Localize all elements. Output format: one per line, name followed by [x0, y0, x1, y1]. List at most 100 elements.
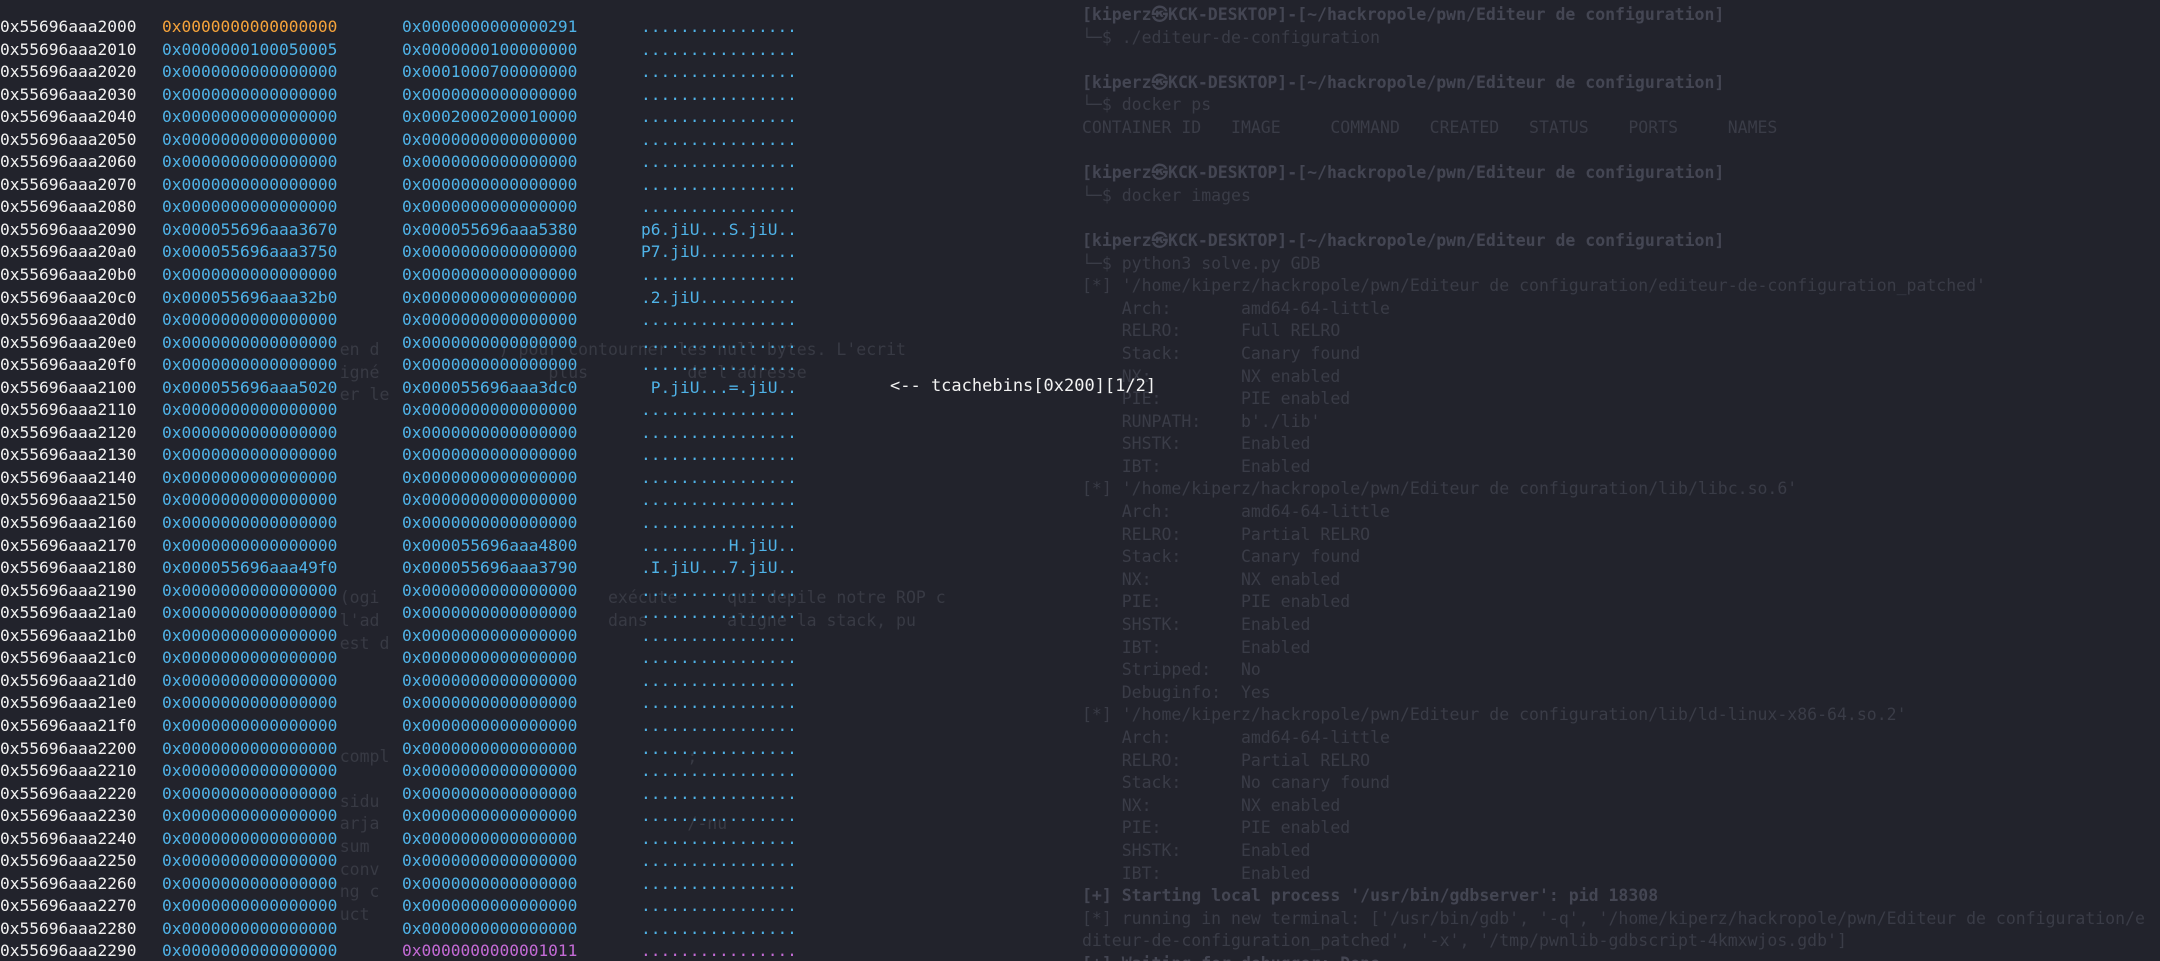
qword-2: 0x0000000000000000 [402, 896, 578, 916]
ascii-dump: ................ [641, 783, 797, 803]
qword-1: 0x0000000000000000 [162, 129, 338, 149]
ascii-dump: ................ [641, 715, 797, 735]
terminal-line: PIE: PIE enabled [1082, 818, 1351, 838]
qword-2: 0x0000000000000000 [402, 513, 578, 533]
terminal-line: RELRO: Partial RELRO [1082, 750, 1371, 770]
address: 0x55696aaa2250 [0, 851, 137, 871]
terminal-line: [*] '/home/kiperz/hackropole/pwn/Editeur… [1082, 276, 1986, 296]
terminal-line: NX: NX enabled [1082, 795, 1341, 815]
ascii-dump: .I.jiU...7.jiU.. [641, 558, 797, 578]
ascii-dump: ................ [641, 761, 797, 781]
ascii-dump: ................ [641, 851, 797, 871]
terminal-line: RUNPATH: b'./lib' [1082, 411, 1321, 431]
address: 0x55696aaa2240 [0, 828, 137, 848]
terminal-line: RELRO: Partial RELRO [1082, 524, 1371, 544]
qword-1: 0x0000000000000000 [162, 197, 338, 217]
ascii-dump: ................ [641, 445, 797, 465]
qword-2: 0x0000000000000000 [402, 603, 578, 623]
address: 0x55696aaa21d0 [0, 670, 137, 690]
terminal-line: Debuginfo: Yes [1082, 682, 1271, 702]
ascii-dump: .2.jiU.......... [641, 287, 797, 307]
terminal-line: Stripped: No [1082, 660, 1261, 680]
address: 0x55696aaa2160 [0, 513, 137, 533]
qword-1: 0x000055696aaa3670 [162, 219, 338, 239]
qword-2: 0x0000000000000000 [402, 806, 578, 826]
terminal-line: [*] '/home/kiperz/hackropole/pwn/Editeur… [1082, 479, 1798, 499]
qword-2: 0x0000000000000000 [402, 400, 578, 420]
ascii-dump: ................ [641, 400, 797, 420]
address: 0x55696aaa20a0 [0, 242, 137, 262]
address: 0x55696aaa2020 [0, 62, 137, 82]
qword-1: 0x0000000000000000 [162, 715, 338, 735]
qword-2: 0x0000000000000000 [402, 715, 578, 735]
qword-1: 0x0000000000000000 [162, 400, 338, 420]
ascii-dump: ................ [641, 265, 797, 285]
qword-1: 0x0000000000000000 [162, 806, 338, 826]
ascii-dump: ................ [641, 648, 797, 668]
terminal-line: └─$ python3 solve.py GDB [1082, 253, 1321, 273]
ascii-dump: ................ [641, 107, 797, 127]
qword-2: 0x000055696aaa3dc0 [402, 377, 578, 397]
terminal-line: diteur-de-configuration_patched', '-x', … [1082, 931, 1847, 951]
ascii-dump: ................ [641, 152, 797, 172]
terminal-line: IBT: Enabled [1082, 863, 1311, 883]
terminal-line: └─$ docker ps [1082, 95, 1212, 115]
terminal-line: [*] '/home/kiperz/hackropole/pwn/Editeur… [1082, 705, 1907, 725]
qword-2: 0x0000000000000000 [402, 174, 578, 194]
ascii-dump: ................ [641, 490, 797, 510]
qword-1: 0x000055696aaa32b0 [162, 287, 338, 307]
qword-2: 0x0000000000000000 [402, 355, 578, 375]
qword-1: 0x0000000000000000 [162, 828, 338, 848]
terminal-line: PIE: PIE enabled [1082, 389, 1351, 409]
qword-1: 0x0000000000000000 [162, 918, 338, 938]
qword-1: 0x0000000000000000 [162, 535, 338, 555]
terminal-line: [kiperz㉿KCK-DESKTOP]-[~/hackropole/pwn/E… [1082, 230, 1725, 250]
qword-2: 0x0000000000000000 [402, 670, 578, 690]
terminal-line: SHSTK: Enabled [1082, 434, 1311, 454]
qword-1: 0x0000000000000000 [162, 851, 338, 871]
qword-2: 0x0000000000000000 [402, 828, 578, 848]
qword-2: 0x0000000000000000 [402, 625, 578, 645]
address: 0x55696aaa21b0 [0, 625, 137, 645]
qword-1: 0x0000000000000000 [162, 174, 338, 194]
address: 0x55696aaa2130 [0, 445, 137, 465]
qword-1: 0x0000000000000000 [162, 17, 338, 36]
qword-2: 0x0000000000000000 [402, 445, 578, 465]
qword-2: 0x0000000000000000 [402, 84, 578, 104]
qword-1: 0x0000000000000000 [162, 355, 338, 375]
terminal-line: CONTAINER ID IMAGE COMMAND CREATED STATU… [1082, 117, 1778, 137]
ascii-dump: ................ [641, 670, 797, 690]
address: 0x55696aaa2000 [0, 17, 137, 36]
qword-2: 0x000055696aaa4800 [402, 535, 578, 555]
address: 0x55696aaa20d0 [0, 310, 137, 330]
address: 0x55696aaa2080 [0, 197, 137, 217]
address: 0x55696aaa2190 [0, 580, 137, 600]
qword-2: 0x0002000200010000 [402, 107, 578, 127]
address: 0x55696aaa2060 [0, 152, 137, 172]
terminal-line: └─$ ./editeur-de-configuration [1082, 27, 1381, 47]
ascii-dump: ................ [641, 603, 797, 623]
address: 0x55696aaa2280 [0, 918, 137, 938]
ascii-dump: ................ [641, 355, 797, 375]
qword-1: 0x0000000000000000 [162, 603, 338, 623]
qword-2: 0x0000000000000000 [402, 332, 578, 352]
terminal-line: SHSTK: Enabled [1082, 840, 1311, 860]
ascii-dump: P.jiU...=.jiU.. [641, 377, 797, 397]
qword-2: 0x0000000000001011 [402, 941, 578, 961]
qword-1: 0x0000000000000000 [162, 467, 338, 487]
terminal-line: SHSTK: Enabled [1082, 615, 1311, 635]
ascii-dump: ................ [641, 332, 797, 352]
ascii-dump: ................ [641, 738, 797, 758]
ascii-dump: .........H.jiU.. [641, 535, 797, 555]
address: 0x55696aaa21f0 [0, 715, 137, 735]
qword-2: 0x0000000000000000 [402, 580, 578, 600]
qword-1: 0x0000000000000000 [162, 62, 338, 82]
address: 0x55696aaa2170 [0, 535, 137, 555]
tcachebins-annotation: <-- tcachebins[0x200][1/2] [890, 376, 1157, 396]
ascii-dump: ................ [641, 62, 797, 82]
address: 0x55696aaa2230 [0, 806, 137, 826]
background-terminal-output: [kiperz㉿KCK-DESKTOP]-[~/hackropole/pwn/E… [1082, 4, 2160, 961]
qword-2: 0x0000000000000000 [402, 918, 578, 938]
ascii-dump: p6.jiU...S.jiU.. [641, 219, 797, 239]
